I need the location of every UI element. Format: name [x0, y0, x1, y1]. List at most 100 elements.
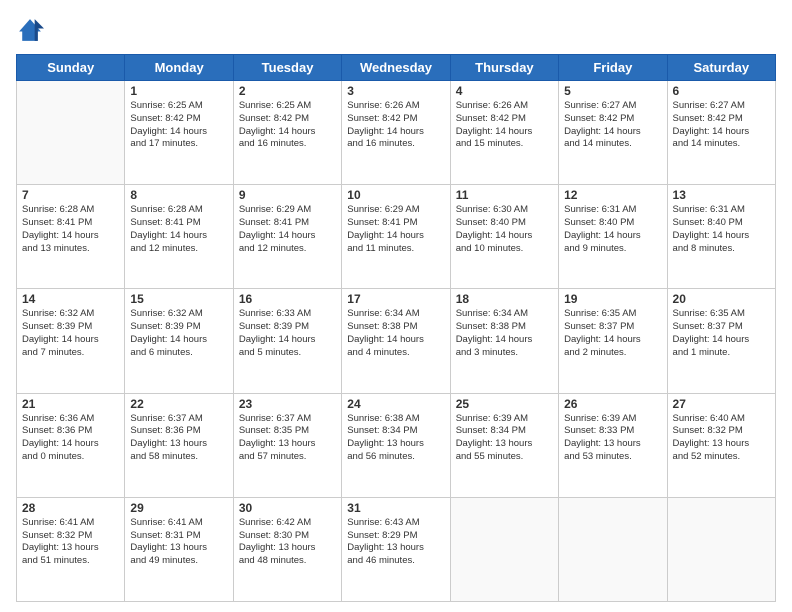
calendar-cell: 22Sunrise: 6:37 AM Sunset: 8:36 PM Dayli…: [125, 393, 233, 497]
day-number: 4: [456, 84, 553, 98]
day-number: 6: [673, 84, 770, 98]
cell-info: Sunrise: 6:27 AM Sunset: 8:42 PM Dayligh…: [564, 100, 661, 151]
cell-info: Sunrise: 6:39 AM Sunset: 8:34 PM Dayligh…: [456, 413, 553, 464]
cell-info: Sunrise: 6:27 AM Sunset: 8:42 PM Dayligh…: [673, 100, 770, 151]
day-number: 29: [130, 501, 227, 515]
cell-info: Sunrise: 6:25 AM Sunset: 8:42 PM Dayligh…: [130, 100, 227, 151]
calendar-week-row: 28Sunrise: 6:41 AM Sunset: 8:32 PM Dayli…: [17, 497, 776, 601]
day-number: 24: [347, 397, 444, 411]
calendar-header-row: SundayMondayTuesdayWednesdayThursdayFrid…: [17, 55, 776, 81]
day-number: 9: [239, 188, 336, 202]
calendar-cell: 12Sunrise: 6:31 AM Sunset: 8:40 PM Dayli…: [559, 185, 667, 289]
calendar-cell: 6 Sunrise: 6:27 AM Sunset: 8:42 PM Daylig…: [667, 81, 775, 185]
day-header-saturday: Saturday: [667, 55, 775, 81]
cell-info: Sunrise: 6:37 AM Sunset: 8:36 PM Dayligh…: [130, 413, 227, 464]
calendar-cell: 13Sunrise: 6:31 AM Sunset: 8:40 PM Dayli…: [667, 185, 775, 289]
calendar-cell: [559, 497, 667, 601]
calendar-cell: 17Sunrise: 6:34 AM Sunset: 8:38 PM Dayli…: [342, 289, 450, 393]
calendar-cell: 16 Sunrise: 6:33 AM Sunset: 8:39 PM Dayli…: [233, 289, 341, 393]
day-header-tuesday: Tuesday: [233, 55, 341, 81]
calendar-cell: 21Sunrise: 6:36 AM Sunset: 8:36 PM Dayli…: [17, 393, 125, 497]
calendar-cell: 29 Sunrise: 6:41 AM Sunset: 8:31 PM Dayli…: [125, 497, 233, 601]
calendar-cell: 18 Sunrise: 6:34 AM Sunset: 8:38 PM Dayli…: [450, 289, 558, 393]
cell-info: Sunrise: 6:26 AM Sunset: 8:42 PM Dayligh…: [456, 100, 553, 151]
day-number: 12: [564, 188, 661, 202]
day-number: 11: [456, 188, 553, 202]
calendar-cell: 26 Sunrise: 6:39 AM Sunset: 8:33 PM Dayli…: [559, 393, 667, 497]
cell-info: Sunrise: 6:28 AM Sunset: 8:41 PM Dayligh…: [130, 204, 227, 255]
day-number: 25: [456, 397, 553, 411]
day-number: 7: [22, 188, 119, 202]
calendar-cell: 9 Sunrise: 6:29 AM Sunset: 8:41 PM Daylig…: [233, 185, 341, 289]
cell-info: Sunrise: 6:26 AM Sunset: 8:42 PM Dayligh…: [347, 100, 444, 151]
cell-info: Sunrise: 6:28 AM Sunset: 8:41 PM Dayligh…: [22, 204, 119, 255]
day-number: 16: [239, 292, 336, 306]
calendar-header: SundayMondayTuesdayWednesdayThursdayFrid…: [17, 55, 776, 81]
cell-info: Sunrise: 6:41 AM Sunset: 8:32 PM Dayligh…: [22, 517, 119, 568]
day-number: 13: [673, 188, 770, 202]
calendar-week-row: 1Sunrise: 6:25 AM Sunset: 8:42 PM Daylig…: [17, 81, 776, 185]
day-header-monday: Monday: [125, 55, 233, 81]
calendar-cell: 8 Sunrise: 6:28 AM Sunset: 8:41 PM Daylig…: [125, 185, 233, 289]
calendar-cell: 7 Sunrise: 6:28 AM Sunset: 8:41 PM Daylig…: [17, 185, 125, 289]
day-number: 18: [456, 292, 553, 306]
header: [16, 16, 776, 44]
day-number: 26: [564, 397, 661, 411]
cell-info: Sunrise: 6:25 AM Sunset: 8:42 PM Dayligh…: [239, 100, 336, 151]
cell-info: Sunrise: 6:34 AM Sunset: 8:38 PM Dayligh…: [456, 308, 553, 359]
cell-info: Sunrise: 6:35 AM Sunset: 8:37 PM Dayligh…: [673, 308, 770, 359]
day-number: 20: [673, 292, 770, 306]
cell-info: Sunrise: 6:33 AM Sunset: 8:39 PM Dayligh…: [239, 308, 336, 359]
calendar-cell: 3 Sunrise: 6:26 AM Sunset: 8:42 PM Daylig…: [342, 81, 450, 185]
cell-info: Sunrise: 6:32 AM Sunset: 8:39 PM Dayligh…: [22, 308, 119, 359]
cell-info: Sunrise: 6:29 AM Sunset: 8:41 PM Dayligh…: [347, 204, 444, 255]
day-number: 3: [347, 84, 444, 98]
day-header-thursday: Thursday: [450, 55, 558, 81]
day-number: 27: [673, 397, 770, 411]
cell-info: Sunrise: 6:34 AM Sunset: 8:38 PM Dayligh…: [347, 308, 444, 359]
calendar-table: SundayMondayTuesdayWednesdayThursdayFrid…: [16, 54, 776, 602]
calendar-cell: 25 Sunrise: 6:39 AM Sunset: 8:34 PM Dayli…: [450, 393, 558, 497]
day-number: 15: [130, 292, 227, 306]
calendar-body: 1Sunrise: 6:25 AM Sunset: 8:42 PM Daylig…: [17, 81, 776, 602]
calendar-cell: 23 Sunrise: 6:37 AM Sunset: 8:35 PM Dayli…: [233, 393, 341, 497]
calendar-cell: 28Sunrise: 6:41 AM Sunset: 8:32 PM Dayli…: [17, 497, 125, 601]
cell-info: Sunrise: 6:42 AM Sunset: 8:30 PM Dayligh…: [239, 517, 336, 568]
day-number: 5: [564, 84, 661, 98]
cell-info: Sunrise: 6:29 AM Sunset: 8:41 PM Dayligh…: [239, 204, 336, 255]
day-number: 30: [239, 501, 336, 515]
day-number: 2: [239, 84, 336, 98]
calendar-cell: 4 Sunrise: 6:26 AM Sunset: 8:42 PM Daylig…: [450, 81, 558, 185]
day-number: 14: [22, 292, 119, 306]
calendar-cell: 27Sunrise: 6:40 AM Sunset: 8:32 PM Dayli…: [667, 393, 775, 497]
cell-info: Sunrise: 6:37 AM Sunset: 8:35 PM Dayligh…: [239, 413, 336, 464]
calendar-cell: 19Sunrise: 6:35 AM Sunset: 8:37 PM Dayli…: [559, 289, 667, 393]
cell-info: Sunrise: 6:36 AM Sunset: 8:36 PM Dayligh…: [22, 413, 119, 464]
day-header-wednesday: Wednesday: [342, 55, 450, 81]
day-number: 19: [564, 292, 661, 306]
calendar-cell: 14 Sunrise: 6:32 AM Sunset: 8:39 PM Dayli…: [17, 289, 125, 393]
calendar-cell: 31Sunrise: 6:43 AM Sunset: 8:29 PM Dayli…: [342, 497, 450, 601]
calendar-cell: 20 Sunrise: 6:35 AM Sunset: 8:37 PM Dayli…: [667, 289, 775, 393]
generalblue-logo-icon: [16, 16, 44, 44]
day-number: 8: [130, 188, 227, 202]
calendar-cell: [667, 497, 775, 601]
calendar-cell: 1Sunrise: 6:25 AM Sunset: 8:42 PM Daylig…: [125, 81, 233, 185]
cell-info: Sunrise: 6:32 AM Sunset: 8:39 PM Dayligh…: [130, 308, 227, 359]
calendar-week-row: 7 Sunrise: 6:28 AM Sunset: 8:41 PM Daylig…: [17, 185, 776, 289]
calendar-week-row: 21Sunrise: 6:36 AM Sunset: 8:36 PM Dayli…: [17, 393, 776, 497]
calendar-cell: 2 Sunrise: 6:25 AM Sunset: 8:42 PM Daylig…: [233, 81, 341, 185]
calendar-cell: 5 Sunrise: 6:27 AM Sunset: 8:42 PM Daylig…: [559, 81, 667, 185]
cell-info: Sunrise: 6:38 AM Sunset: 8:34 PM Dayligh…: [347, 413, 444, 464]
calendar-cell: [17, 81, 125, 185]
cell-info: Sunrise: 6:39 AM Sunset: 8:33 PM Dayligh…: [564, 413, 661, 464]
calendar-week-row: 14 Sunrise: 6:32 AM Sunset: 8:39 PM Dayli…: [17, 289, 776, 393]
cell-info: Sunrise: 6:41 AM Sunset: 8:31 PM Dayligh…: [130, 517, 227, 568]
logo: [16, 16, 48, 44]
calendar-cell: 30 Sunrise: 6:42 AM Sunset: 8:30 PM Dayli…: [233, 497, 341, 601]
day-header-friday: Friday: [559, 55, 667, 81]
calendar-cell: 24 Sunrise: 6:38 AM Sunset: 8:34 PM Dayli…: [342, 393, 450, 497]
day-number: 23: [239, 397, 336, 411]
calendar-cell: 15 Sunrise: 6:32 AM Sunset: 8:39 PM Dayli…: [125, 289, 233, 393]
cell-info: Sunrise: 6:30 AM Sunset: 8:40 PM Dayligh…: [456, 204, 553, 255]
